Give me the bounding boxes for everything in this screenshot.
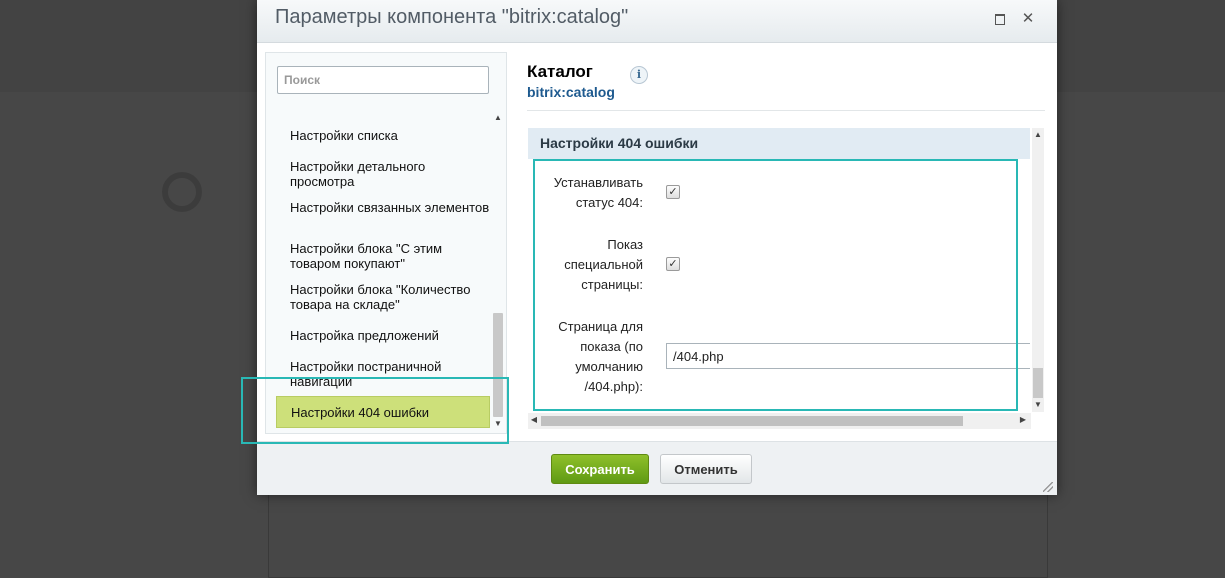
scroll-right-icon[interactable]: ▶	[1018, 415, 1028, 424]
save-button[interactable]: Сохранить	[551, 454, 649, 484]
component-settings-dialog: Параметры компонента "bitrix:catalog" ✕ …	[257, 0, 1057, 495]
resize-handle-icon[interactable]	[1043, 482, 1053, 492]
scrollbar-thumb[interactable]	[493, 313, 503, 417]
sections-scrollbar[interactable]: ▲ ▼	[492, 113, 504, 429]
show-page-label: Показ специальной страницы:	[564, 237, 643, 292]
scroll-down-icon[interactable]: ▼	[1032, 400, 1044, 409]
sidebar-item-offers-settings[interactable]: Настройка предложений	[276, 328, 490, 343]
section-header: Настройки 404 ошибки	[528, 128, 1030, 159]
component-code: bitrix:catalog	[527, 84, 615, 100]
search-input[interactable]	[277, 66, 489, 94]
scrollbar-thumb[interactable]	[541, 416, 963, 426]
scroll-down-icon[interactable]: ▼	[492, 419, 504, 428]
sections-panel: Настройки списка Настройки детального пр…	[265, 52, 507, 434]
sidebar-item-linked-elements[interactable]: Настройки связанных элементов	[276, 200, 490, 215]
scroll-up-icon[interactable]: ▲	[492, 113, 504, 122]
settings-horizontal-scrollbar[interactable]: ◀ ▶	[528, 413, 1031, 429]
dialog-title: Параметры компонента "bitrix:catalog"	[275, 6, 629, 28]
scroll-up-icon[interactable]: ▲	[1032, 130, 1044, 139]
scroll-left-icon[interactable]: ◀	[529, 415, 539, 424]
sidebar-item-404-settings[interactable]: Настройки 404 ошибки	[276, 396, 490, 428]
dialog-header[interactable]: Параметры компонента "bitrix:catalog" ✕	[257, 0, 1057, 43]
close-icon[interactable]: ✕	[1019, 10, 1037, 28]
sidebar-item-detail-settings[interactable]: Настройки детального просмотра	[276, 159, 490, 189]
set-status-checkbox[interactable]: ✓	[666, 185, 680, 199]
maximize-icon[interactable]	[991, 10, 1009, 28]
page-url-input[interactable]	[666, 343, 1030, 369]
cancel-button[interactable]: Отменить	[660, 454, 752, 484]
sidebar-item-pagination-settings[interactable]: Настройки постраничной навигации	[276, 359, 490, 389]
set-status-label: Устанавливать статус 404:	[553, 175, 643, 210]
sidebar-item-also-bought-block[interactable]: Настройки блока "С этим товаром покупают…	[276, 241, 490, 271]
divider	[527, 110, 1045, 111]
sidebar-item-stock-block[interactable]: Настройки блока "Количество товара на ск…	[276, 282, 490, 312]
sidebar-item-list-settings[interactable]: Настройки списка	[276, 128, 490, 143]
component-name: Каталог	[527, 62, 593, 81]
settings-form: Устанавливать статус 404: ✓ Показ специа…	[528, 159, 1030, 411]
show-page-checkbox[interactable]: ✓	[666, 257, 680, 271]
info-icon[interactable]: i	[630, 66, 648, 84]
scrollbar-thumb[interactable]	[1033, 368, 1043, 398]
dialog-footer: Сохранить Отменить	[257, 441, 1057, 495]
settings-vertical-scrollbar[interactable]: ▲ ▼	[1032, 128, 1044, 412]
page-url-label: Страница для показа (по умолчанию /404.p…	[558, 319, 643, 394]
